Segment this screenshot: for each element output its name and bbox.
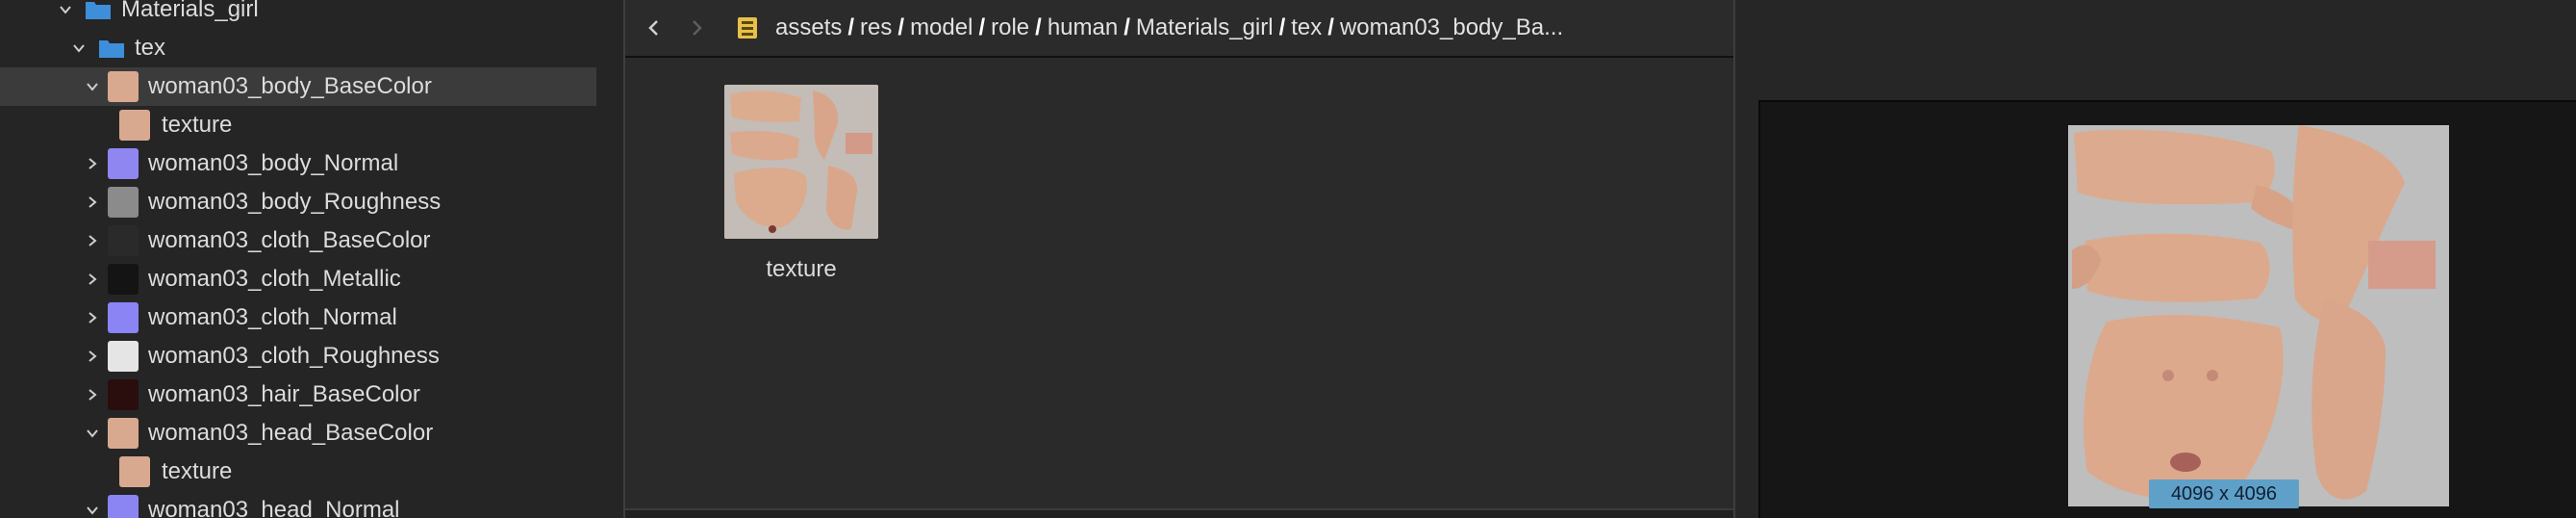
chevron-down-icon[interactable] [56, 0, 75, 19]
texture-thumbnail-icon [108, 302, 139, 333]
breadcrumb-separator: / [1327, 14, 1334, 40]
breadcrumb-item[interactable]: woman03_body_Ba... [1340, 14, 1563, 41]
tree-item-label: texture [162, 458, 233, 484]
tree-item-texture[interactable]: texture [0, 106, 596, 144]
breadcrumb-separator: / [897, 14, 905, 40]
chevron-right-icon[interactable] [83, 385, 102, 404]
tree-item-label: woman03_cloth_Metallic [148, 266, 401, 292]
texture-thumbnail [724, 85, 878, 239]
asset-browser: assets / res / model / role / human / Materials_gi… [623, 0, 1735, 518]
breadcrumb-item[interactable]: role [991, 14, 1029, 41]
tree-item[interactable]: woman03_head_BaseColor [0, 414, 596, 453]
tree-item-label: woman03_cloth_BaseColor [148, 227, 431, 253]
chevron-down-icon[interactable] [83, 424, 102, 443]
breadcrumb-item[interactable]: model [910, 14, 972, 41]
chevron-down-icon[interactable] [83, 77, 102, 96]
texture-thumbnail-icon [108, 341, 139, 372]
texture-thumbnail-icon [108, 264, 139, 295]
asset-tree: Materials_girl tex woman03_body_BaseColo… [0, 0, 623, 518]
texture-thumbnail-icon [119, 456, 150, 487]
tree-item[interactable]: woman03_head_Normal [0, 491, 596, 518]
tree-item-label: woman03_cloth_Roughness [148, 343, 440, 369]
texture-thumbnail-icon [108, 225, 139, 256]
tree-item-label: woman03_body_Normal [148, 150, 399, 176]
texture-thumbnail-icon [119, 110, 150, 141]
tree-item-label: woman03_body_BaseColor [148, 73, 432, 99]
chevron-down-icon[interactable] [83, 501, 102, 518]
tree-item[interactable]: woman03_hair_BaseColor [0, 376, 596, 414]
breadcrumb-separator: / [1035, 14, 1042, 40]
tree-item[interactable]: woman03_cloth_BaseColor [0, 221, 596, 260]
breadcrumb-separator: / [847, 14, 855, 40]
chevron-right-icon[interactable] [83, 154, 102, 173]
tree-item-label: woman03_head_BaseColor [148, 420, 434, 446]
tree-folder-materials-girl[interactable]: Materials_girl [0, 0, 596, 29]
breadcrumb-item[interactable]: res [860, 14, 892, 41]
database-icon [738, 17, 757, 39]
texture-thumbnail-icon [108, 71, 139, 102]
chevron-left-icon [648, 20, 658, 36]
image-size-badge: 4096 x 4096 [2149, 479, 2299, 508]
folder-icon [99, 40, 124, 58]
breadcrumb-item[interactable]: tex [1291, 14, 1322, 41]
breadcrumb-item[interactable]: Materials_girl [1136, 14, 1274, 41]
tree-item-label: texture [162, 112, 233, 138]
texture-thumbnail-icon [108, 187, 139, 218]
tree-item-texture[interactable]: texture [0, 453, 596, 491]
breadcrumb-separator: / [978, 14, 986, 40]
preview-viewport: 4096 x 4096 [1758, 100, 2576, 518]
texture-thumbnail-icon [108, 379, 139, 410]
texture-thumbnail-icon [108, 495, 139, 518]
chevron-right-icon[interactable] [83, 308, 102, 327]
back-button[interactable] [639, 13, 669, 43]
tree-item[interactable]: woman03_cloth_Metallic [0, 260, 596, 298]
tree-folder-tex[interactable]: tex [0, 29, 596, 67]
tree-folder-label: Materials_girl [121, 0, 259, 22]
chevron-right-icon[interactable] [83, 193, 102, 212]
texture-thumbnail-icon [108, 148, 139, 179]
divider [625, 508, 1733, 518]
chevron-right-icon [693, 20, 702, 36]
chevron-right-icon[interactable] [83, 347, 102, 366]
tree-item-label: woman03_cloth_Normal [148, 304, 397, 330]
tree-item[interactable]: woman03_body_Normal [0, 144, 596, 183]
breadcrumb-separator: / [1278, 14, 1286, 40]
breadcrumb-separator: / [1124, 14, 1130, 40]
tree-item-label: woman03_hair_BaseColor [148, 381, 420, 407]
breadcrumb-item[interactable]: human [1048, 14, 1118, 41]
tree-folder-label: tex [135, 35, 166, 61]
tree-item[interactable]: woman03_body_BaseColor [0, 67, 596, 106]
folder-icon [86, 2, 111, 19]
chevron-right-icon[interactable] [83, 231, 102, 250]
asset-item-texture[interactable]: texture [720, 85, 883, 283]
breadcrumb-item[interactable]: assets [775, 14, 842, 41]
texture-preview-image [2068, 125, 2449, 506]
forward-button[interactable] [681, 13, 712, 43]
chevron-down-icon[interactable] [69, 39, 88, 58]
asset-label: texture [766, 256, 837, 282]
chevron-right-icon[interactable] [83, 270, 102, 289]
tree-item[interactable]: woman03_cloth_Normal [0, 298, 596, 337]
path-bar: assets / res / model / role / human / Materials_gi… [625, 0, 1733, 58]
tree-item[interactable]: woman03_cloth_Roughness [0, 337, 596, 376]
tree-item[interactable]: woman03_body_Roughness [0, 183, 596, 221]
tree-item-label: woman03_body_Roughness [148, 189, 442, 215]
texture-thumbnail-icon [108, 418, 139, 449]
preview-panel: 4096 x 4096 [1735, 0, 2576, 518]
breadcrumb: assets / res / model / role / human / Materials_gi… [775, 14, 1563, 41]
tree-item-label: woman03_head_Normal [148, 497, 400, 518]
